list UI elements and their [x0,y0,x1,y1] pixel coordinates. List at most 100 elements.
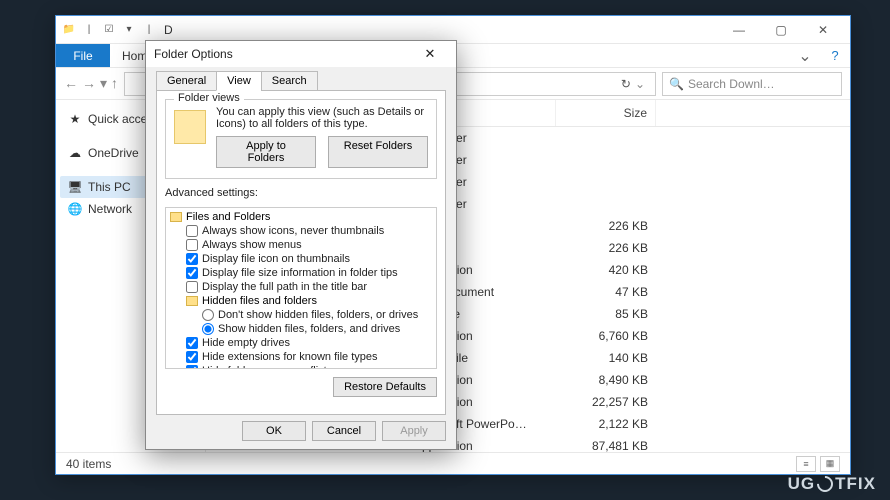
tree-option[interactable]: Hide folder merge conflicts [170,364,432,369]
option-label: Display the full path in the title bar [202,281,367,293]
checkbox-input[interactable] [186,281,198,293]
cloud-icon: ☁ [68,146,82,160]
ribbon-expand-icon[interactable]: ⌄ [790,44,820,67]
tree-option[interactable]: Hide extensions for known file types [170,350,432,364]
tree-option[interactable]: Always show icons, never thumbnails [170,224,432,238]
window-controls: — ▢ ✕ [718,17,844,43]
file-size: 140 KB [556,349,656,367]
col-size[interactable]: Size [556,100,656,126]
dialog-title: Folder Options [154,47,233,61]
checkbox-input[interactable] [186,225,198,237]
icons-view-icon[interactable]: ▦ [820,456,840,472]
recent-dropdown-icon[interactable]: ▾ [100,75,107,92]
tab-general[interactable]: General [156,71,217,91]
help-icon[interactable]: ? [820,44,850,67]
checkbox-input[interactable] [186,253,198,265]
up-icon[interactable]: ↑ [111,75,118,92]
file-size [556,195,656,213]
dialog-buttons: OK Cancel Apply [156,415,446,441]
close-button[interactable]: ✕ [802,17,844,43]
option-label: Display file size information in folder … [202,267,398,279]
folder-views-label: Folder views [174,92,244,104]
star-icon: ★ [68,112,82,126]
tree-option[interactable]: Display file size information in folder … [170,266,432,280]
folder-options-dialog: Folder Options ✕ General View Search Fol… [145,40,457,450]
minimize-button[interactable]: — [718,17,760,43]
folder-views-desc: You can apply this view (such as Details… [216,106,428,130]
tree-root[interactable]: Files and Folders [170,210,432,224]
maximize-button[interactable]: ▢ [760,17,802,43]
file-tab[interactable]: File [56,44,110,67]
tree-option[interactable]: Show hidden files, folders, and drives [170,322,432,336]
network-icon: 🌐 [68,202,82,216]
breadcrumb-dropdown-icon[interactable]: ⌄ [635,77,645,91]
checkbox-input[interactable] [186,337,198,349]
checkbox-input[interactable] [186,267,198,279]
tab-search[interactable]: Search [261,71,318,91]
file-size: 22,257 KB [556,393,656,411]
sidebar-item-label: OneDrive [88,146,139,160]
sidebar-item-label: This PC [88,180,131,194]
tree-option[interactable]: Display the full path in the title bar [170,280,432,294]
file-size: 226 KB [556,217,656,235]
view-tab-page: Folder views You can apply this view (su… [156,90,446,415]
option-label: Hide empty drives [202,337,290,349]
folder-icon [170,212,182,222]
back-icon[interactable]: ← [64,75,78,92]
folder-icon [186,296,198,306]
option-label: Hide extensions for known file types [202,351,377,363]
file-size: 85 KB [556,305,656,323]
refresh-icon[interactable]: ↻ [621,77,631,91]
dialog-titlebar: Folder Options ✕ [146,41,456,67]
search-placeholder: Search Downl… [688,77,775,91]
status-bar: 40 items ≡ ▦ [56,452,850,474]
file-size [556,129,656,147]
search-icon: 🔍 [669,77,684,91]
file-size: 226 KB [556,239,656,257]
checkbox-input[interactable] [186,351,198,363]
ok-button[interactable]: OK [242,421,306,441]
folder-icon: 📁 [62,23,76,37]
tree-option[interactable]: Don't show hidden files, folders, or dri… [170,308,432,322]
properties-icon[interactable]: ☑ [102,23,116,37]
apply-button[interactable]: Apply [382,421,446,441]
option-label: Show hidden files, folders, and drives [218,323,400,335]
file-size [556,151,656,169]
quick-access-toolbar: 📁 | ☑ ▾ | [62,23,156,37]
qat-dropdown-icon[interactable]: ▾ [122,23,136,37]
dialog-close-icon[interactable]: ✕ [412,44,448,64]
tree-option[interactable]: Always show menus [170,238,432,252]
nav-buttons: ← → ▾ ↑ [64,75,118,92]
cancel-button[interactable]: Cancel [312,421,376,441]
ring-icon [814,473,837,496]
search-box[interactable]: 🔍 Search Downl… [662,72,842,96]
file-size: 6,760 KB [556,327,656,345]
forward-icon[interactable]: → [82,75,96,92]
option-label: Hide folder merge conflicts [202,365,332,369]
advanced-settings-label: Advanced settings: [165,187,437,199]
dialog-tabs: General View Search [156,71,446,91]
radio-input[interactable] [202,323,214,335]
reset-folders-button[interactable]: Reset Folders [328,136,428,168]
item-count: 40 items [66,457,111,471]
details-view-icon[interactable]: ≡ [796,456,816,472]
qat-sep: | [82,23,96,37]
option-label: Always show icons, never thumbnails [202,225,384,237]
tree-option[interactable]: Display file icon on thumbnails [170,252,432,266]
tab-view[interactable]: View [216,71,262,91]
sidebar-item-label: Network [88,202,132,216]
checkbox-input[interactable] [186,239,198,251]
pc-icon: 🖥 [68,180,82,194]
folder-views-icon [174,110,206,144]
tree-option[interactable]: Hide empty drives [170,336,432,350]
radio-input[interactable] [202,309,214,321]
dialog-body: General View Search Folder views You can… [146,67,456,449]
qat-sep2: | [142,23,156,37]
advanced-settings-tree[interactable]: Files and FoldersAlways show icons, neve… [165,207,437,369]
apply-to-folders-button[interactable]: Apply to Folders [216,136,316,168]
file-size: 2,122 KB [556,415,656,433]
tree-folder[interactable]: Hidden files and folders [170,294,432,308]
window-title: D [164,23,173,37]
checkbox-input[interactable] [186,365,198,369]
restore-defaults-button[interactable]: Restore Defaults [333,377,437,397]
